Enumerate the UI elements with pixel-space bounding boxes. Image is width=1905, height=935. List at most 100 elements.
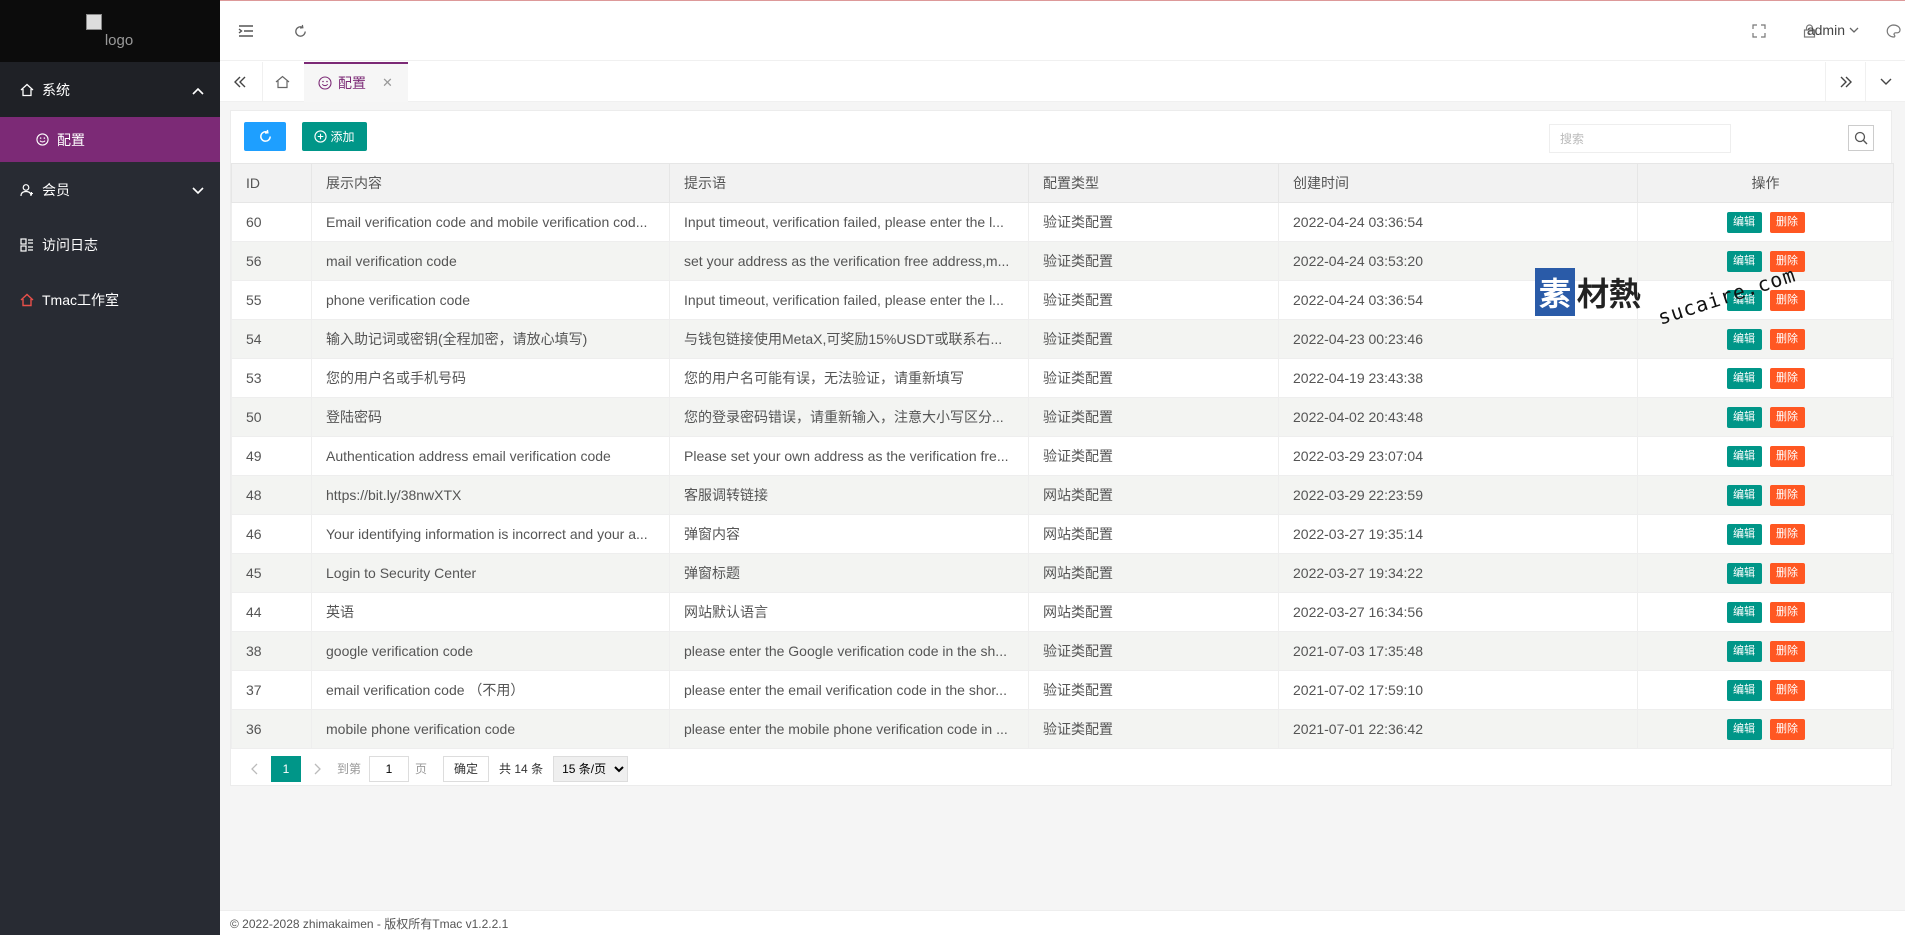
edit-button[interactable]: 编辑 [1726,601,1762,623]
tabs-dropdown-icon[interactable] [1865,62,1905,102]
refresh-button[interactable] [244,122,286,151]
cell-content: phone verification code [311,280,670,320]
sidebar-item-label: 访问日志 [42,236,98,253]
refresh-icon[interactable] [288,19,312,43]
delete-button[interactable]: 删除 [1769,445,1805,467]
cell-type: 验证类配置 [1028,319,1279,359]
delete-button[interactable]: 删除 [1769,250,1805,272]
edit-button[interactable]: 编辑 [1726,289,1762,311]
table-row[interactable]: 55 phone verification code Input timeout, … [231,280,1894,320]
edit-button[interactable]: 编辑 [1726,211,1762,233]
delete-button[interactable]: 删除 [1769,679,1805,701]
delete-button[interactable]: 删除 [1769,367,1805,389]
tabs-scroll-right-icon[interactable] [1825,62,1865,102]
sidebar-item-members[interactable]: 会员 [0,162,220,217]
edit-button[interactable]: 编辑 [1726,718,1762,740]
home-icon [275,75,290,89]
fullscreen-icon[interactable] [1747,19,1771,43]
goto-label: 到第 [337,762,362,776]
column-header-id[interactable]: ID [231,163,312,203]
table-row[interactable]: 50 登陆密码 您的登录密码错误，请重新输入，注意大小写区分... 验证类配置 2022… [231,397,1894,437]
home-icon [20,83,34,97]
table-row[interactable]: 54 输入助记词或密钥(全程加密，请放心填写) 与钱包链接使用MetaX,可奖励15… [231,319,1894,359]
table-row[interactable]: 38 google verification code please enter t… [231,631,1894,671]
cell-id: 38 [231,631,312,671]
edit-button[interactable]: 编辑 [1726,250,1762,272]
column-header-hint[interactable]: 提示语 [669,163,1029,203]
delete-button[interactable]: 删除 [1769,211,1805,233]
table-row[interactable]: 48 https://bit.ly/38nwXTX 客服调转链接 网站类配置 2022-… [231,475,1894,515]
cell-id: 44 [231,592,312,632]
cell-hint: 您的登录密码错误，请重新输入，注意大小写区分... [669,397,1029,437]
edit-button[interactable]: 编辑 [1726,406,1762,428]
prev-page-icon[interactable] [241,756,267,782]
delete-button[interactable]: 删除 [1769,328,1805,350]
edit-button[interactable]: 编辑 [1726,562,1762,584]
tabs-scroll-left-icon[interactable] [220,62,260,102]
page-size-select[interactable]: 15 条/页 [553,755,629,782]
cell-type: 网站类配置 [1028,475,1279,515]
cell-content: 您的用户名或手机号码 [311,358,670,398]
logo-alt-text: logo [104,31,134,49]
delete-button[interactable]: 删除 [1769,718,1805,740]
table-row[interactable]: 46 Your identifying information is incorr… [231,514,1894,554]
tab-config[interactable]: 配置 ✕ [304,62,408,102]
cell-id: 49 [231,436,312,476]
delete-button[interactable]: 删除 [1769,289,1805,311]
table-row[interactable]: 45 Login to Security Center 弹窗标题 网站类配置 2022-… [231,553,1894,593]
pagination: 1 到第 页 确定 共 14 条 15 条/页 [231,749,1891,788]
chevron-down-icon [1849,27,1859,33]
search-input[interactable] [1549,124,1731,153]
smile-icon [36,133,49,146]
delete-button[interactable]: 删除 [1769,640,1805,662]
plus-circle-icon [314,130,328,143]
edit-button[interactable]: 编辑 [1726,367,1762,389]
edit-button[interactable]: 编辑 [1726,445,1762,467]
add-button[interactable]: 添加 [302,122,367,151]
delete-button[interactable]: 删除 [1769,601,1805,623]
edit-button[interactable]: 编辑 [1726,484,1762,506]
config-table: ID 展示内容 提示语 配置类型 创建时间 操作 60 Email verific… [231,163,1894,749]
page-current[interactable]: 1 [271,755,301,782]
cell-hint: Please set your own address as the verif… [669,436,1029,476]
tab-home[interactable] [262,62,302,102]
edit-button[interactable]: 编辑 [1726,679,1762,701]
sidebar-item-access-log[interactable]: 访问日志 [0,217,220,272]
search-button[interactable] [1848,125,1874,151]
footer: © 2022-2028 zhimakaimen - 版权所有Tmac v1.2.… [220,910,1905,935]
cell-actions: 编辑 删除 [1637,475,1894,515]
table-row[interactable]: 44 英语 网站默认语言 网站类配置 2022-03-27 16:34:56 编辑 删除 [231,592,1894,632]
table-row[interactable]: 36 mobile phone verification code please e… [231,709,1894,749]
cell-hint: 客服调转链接 [669,475,1029,515]
cell-created: 2022-04-02 20:43:48 [1278,397,1638,437]
next-page-icon[interactable] [305,756,331,782]
delete-button[interactable]: 删除 [1769,484,1805,506]
theme-icon[interactable] [1881,19,1905,43]
edit-button[interactable]: 编辑 [1726,640,1762,662]
delete-button[interactable]: 删除 [1769,562,1805,584]
column-header-content[interactable]: 展示内容 [311,163,670,203]
cell-actions: 编辑 删除 [1637,319,1894,359]
cell-id: 45 [231,553,312,593]
user-menu[interactable]: admin [1807,22,1859,38]
menu-toggle-icon[interactable] [234,19,258,43]
table-row[interactable]: 49 Authentication address email verificat… [231,436,1894,476]
sidebar-item-system[interactable]: 系统 [0,62,220,117]
edit-button[interactable]: 编辑 [1726,328,1762,350]
edit-button[interactable]: 编辑 [1726,523,1762,545]
column-header-created[interactable]: 创建时间 [1278,163,1638,203]
sidebar-subitem-config[interactable]: 配置 [0,117,220,162]
delete-button[interactable]: 删除 [1769,523,1805,545]
table-row[interactable]: 56 mail verification code set your address… [231,241,1894,281]
delete-button[interactable]: 删除 [1769,406,1805,428]
table-row[interactable]: 60 Email verification code and mobile ver… [231,202,1894,242]
table-row[interactable]: 37 email verification code （不用） please ent… [231,670,1894,710]
column-header-type[interactable]: 配置类型 [1028,163,1279,203]
logo-area: logo [0,0,220,62]
goto-page-input[interactable] [369,755,410,782]
table-row[interactable]: 53 您的用户名或手机号码 您的用户名可能有误，无法验证，请重新填写 验证类配置 202… [231,358,1894,398]
cell-content: mobile phone verification code [311,709,670,749]
goto-confirm-button[interactable]: 确定 [443,755,490,782]
close-icon[interactable]: ✕ [382,75,393,91]
sidebar-item-tmac-studio[interactable]: Tmac工作室 [0,272,220,327]
